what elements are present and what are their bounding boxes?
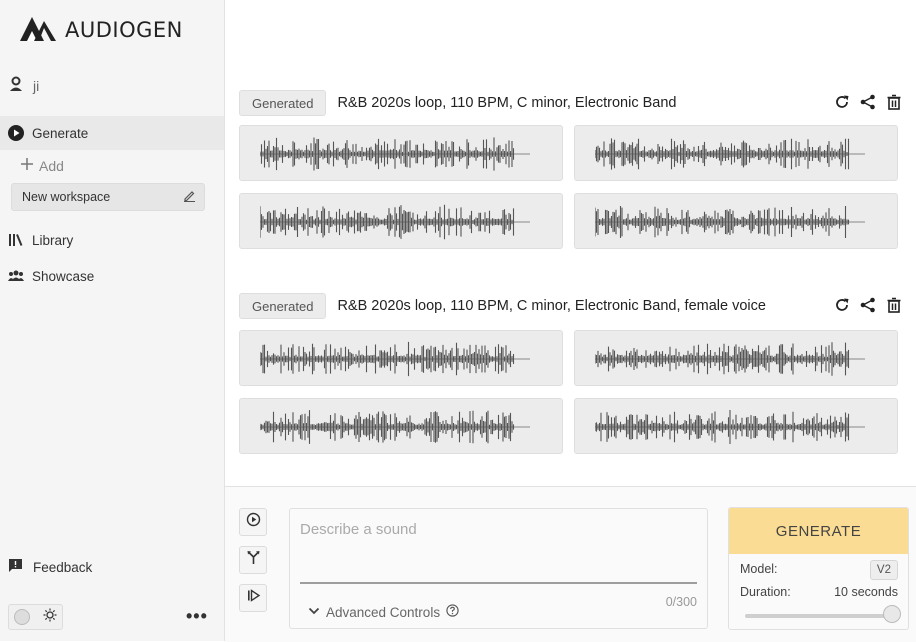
chevron-down-icon	[308, 605, 320, 620]
user-icon	[8, 76, 24, 95]
group-actions	[833, 93, 903, 111]
group-header: Generated R&B 2020s loop, 110 BPM, C min…	[239, 292, 909, 320]
branch-mode-button[interactable]	[239, 546, 267, 574]
more-icon[interactable]: •••	[186, 606, 208, 627]
logo-icon	[20, 14, 57, 46]
workspace-item[interactable]: New workspace	[11, 183, 205, 211]
sidebar: AUDIOGEN ji Generate Add New workspace L…	[0, 0, 225, 641]
advanced-controls-toggle[interactable]: Advanced Controls	[308, 604, 459, 620]
branch-icon	[246, 550, 261, 570]
advanced-controls-label: Advanced Controls	[326, 604, 441, 620]
waveform	[260, 204, 530, 240]
duration-label: Duration:	[740, 585, 791, 599]
waveform	[595, 342, 865, 376]
waveform	[595, 410, 865, 444]
feedback-icon	[8, 558, 23, 576]
describe-sound-box: 0/300 Advanced Controls	[289, 508, 708, 629]
share-icon[interactable]	[859, 93, 877, 111]
edit-icon[interactable]	[183, 189, 196, 205]
logo[interactable]: AUDIOGEN	[20, 14, 183, 46]
workspace-label: New workspace	[22, 190, 111, 204]
brand-name: AUDIOGEN	[65, 18, 183, 42]
text-to-audio-icon	[246, 512, 261, 532]
character-counter: 0/300	[665, 595, 697, 609]
audio-tile[interactable]	[574, 398, 898, 454]
audio-tile[interactable]	[574, 193, 898, 249]
refresh-icon[interactable]	[833, 296, 851, 314]
generate-button[interactable]: GENERATE	[729, 508, 908, 554]
trash-icon[interactable]	[885, 296, 903, 314]
help-icon[interactable]	[446, 604, 459, 620]
nav-library-label: Library	[32, 232, 74, 248]
audio-tile[interactable]	[239, 193, 563, 249]
feedback-label: Feedback	[33, 559, 93, 575]
library-icon	[8, 232, 24, 248]
trash-icon[interactable]	[885, 93, 903, 111]
waveform	[595, 206, 865, 238]
waveform	[595, 138, 865, 170]
generation-group-2: Generated R&B 2020s loop, 110 BPM, C min…	[239, 292, 909, 454]
share-icon[interactable]	[859, 296, 877, 314]
group-header: Generated R&B 2020s loop, 110 BPM, C min…	[239, 89, 909, 117]
status-badge: Generated	[239, 293, 327, 319]
audio-tile[interactable]	[574, 125, 898, 181]
nav-showcase-label: Showcase	[32, 268, 95, 284]
feedback-button[interactable]: Feedback	[8, 558, 92, 576]
audio-tile[interactable]	[239, 398, 563, 454]
continue-mode-button[interactable]	[239, 584, 267, 612]
nav-library[interactable]: Library	[0, 223, 224, 257]
nav-generate[interactable]: Generate	[0, 116, 224, 150]
user-name: ji	[33, 77, 40, 94]
model-select[interactable]: V2	[869, 560, 898, 580]
duration-value: 10 seconds	[834, 585, 898, 599]
people-icon	[8, 268, 24, 284]
group-prompt: R&B 2020s loop, 110 BPM, C minor, Electr…	[337, 95, 677, 111]
audio-tile[interactable]	[239, 330, 563, 386]
group-prompt: R&B 2020s loop, 110 BPM, C minor, Electr…	[337, 298, 766, 314]
continue-icon	[246, 588, 261, 608]
nav-generate-label: Generate	[32, 125, 89, 141]
text-to-audio-mode-button[interactable]	[239, 508, 267, 536]
play-circle-icon	[8, 125, 24, 141]
audio-tile[interactable]	[239, 125, 563, 181]
duration-slider-track[interactable]	[745, 614, 895, 618]
composer-panel: 0/300 Advanced Controls GENERATE Model: …	[225, 486, 916, 642]
generation-group-1: Generated R&B 2020s loop, 110 BPM, C min…	[239, 89, 909, 249]
waveform	[260, 137, 530, 171]
audio-tile[interactable]	[574, 330, 898, 386]
plus-icon	[20, 157, 34, 174]
add-label: Add	[39, 157, 64, 174]
generate-panel: GENERATE Model: V2 Duration: 10 seconds	[728, 507, 909, 630]
toggle-knob	[14, 609, 30, 625]
describe-sound-input[interactable]	[300, 521, 697, 584]
group-actions	[833, 296, 903, 314]
sun-icon	[43, 608, 57, 627]
user-profile[interactable]: ji	[8, 76, 39, 95]
model-label: Model:	[740, 562, 778, 576]
theme-toggle[interactable]	[8, 604, 63, 630]
status-badge: Generated	[239, 90, 327, 116]
duration-slider-thumb[interactable]	[883, 605, 901, 623]
waveform	[260, 341, 530, 377]
nav-showcase[interactable]: Showcase	[0, 259, 224, 293]
waveform	[260, 410, 530, 444]
refresh-icon[interactable]	[833, 93, 851, 111]
add-workspace-button[interactable]: Add	[20, 157, 64, 174]
